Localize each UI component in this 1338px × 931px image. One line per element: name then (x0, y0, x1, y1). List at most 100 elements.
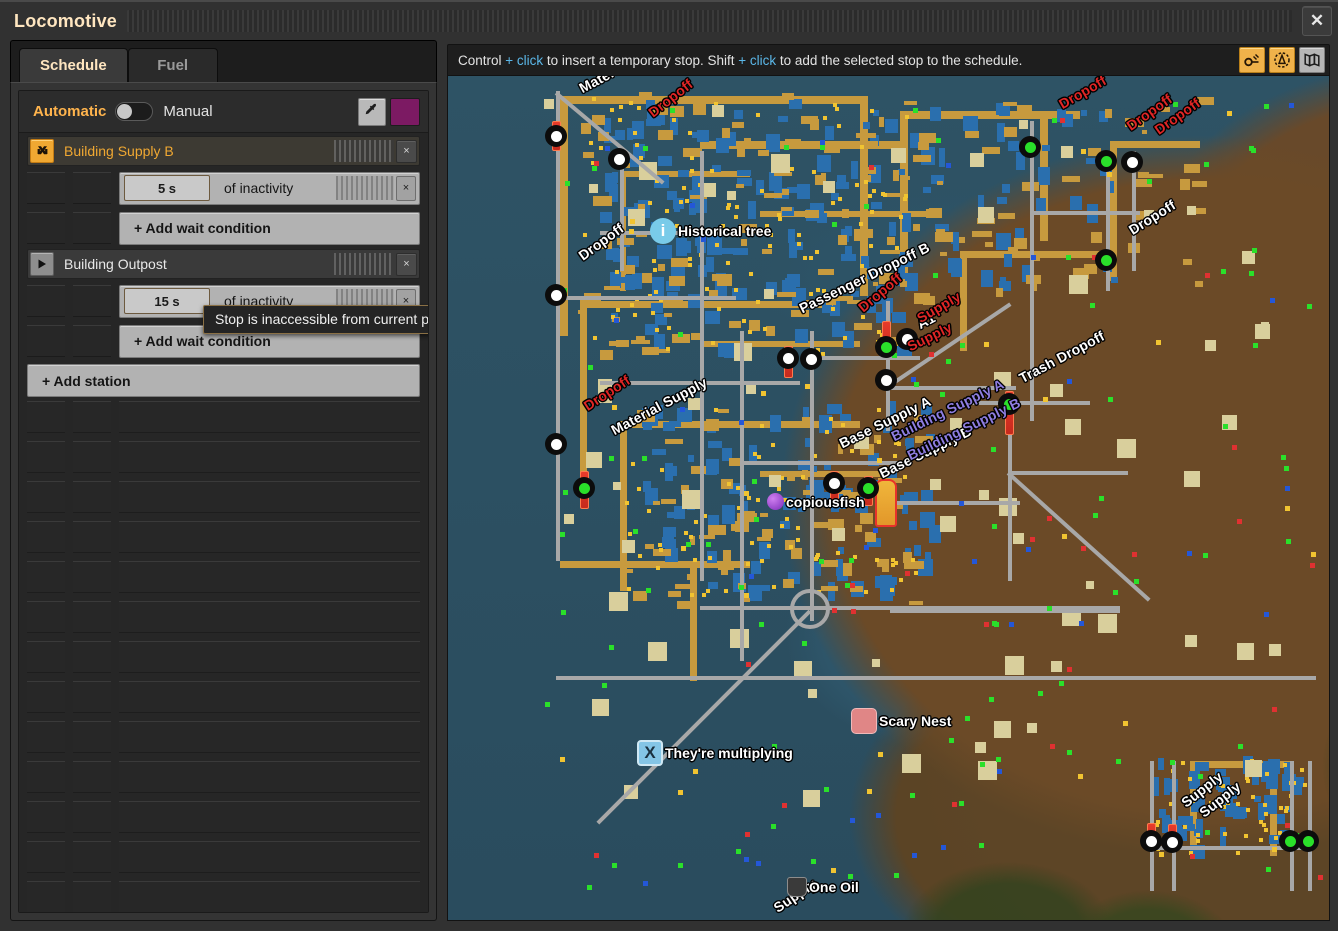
empty-cell (27, 681, 65, 713)
train-stop-marker[interactable] (1095, 150, 1117, 172)
empty-cell (27, 481, 65, 513)
condition-cell-a (27, 285, 65, 317)
empty-schedule-row (27, 877, 420, 912)
eyedropper-icon[interactable] (358, 97, 386, 126)
schedule-station-row[interactable]: Building Supply B × (27, 136, 420, 166)
train-stop-marker[interactable] (1121, 151, 1143, 173)
abc-label-icon[interactable] (1239, 47, 1265, 73)
train-stop-dot (550, 438, 562, 450)
empty-cell-wide (119, 401, 420, 433)
map-station-label: Dropoff (1056, 76, 1109, 112)
map-station-label: Dropoff (1125, 196, 1179, 238)
train-stop-marker[interactable] (1161, 831, 1183, 853)
empty-cell-wide (119, 761, 420, 793)
train-stop-marker[interactable] (777, 347, 799, 369)
close-button[interactable]: ✕ (1302, 6, 1332, 36)
station-drag-handle[interactable] (334, 140, 394, 162)
empty-cell (27, 881, 65, 912)
train-stop-marker[interactable] (608, 148, 630, 170)
remove-condition-button[interactable]: × (396, 175, 416, 201)
schedule-station-row[interactable]: Building Outpost × (27, 249, 420, 279)
empty-cell (73, 481, 111, 513)
schedule-station-list[interactable]: Building Supply B × 5 s of inactivity × … (19, 133, 428, 912)
schedule-frame: Automatic Manual Building Supply B × 5 s… (10, 82, 437, 921)
locomotive-window: Locomotive ✕ Schedule Fuel Automatic Man… (0, 0, 1338, 931)
hint-prefix: Control (458, 52, 506, 68)
map-station-label: Supply (914, 288, 964, 326)
empty-schedule-row (27, 517, 420, 557)
empty-cell (27, 521, 65, 553)
map-marker-label: Scary Nest (879, 713, 952, 729)
empty-cell (27, 761, 65, 793)
schedule-inner: Automatic Manual Building Supply B × 5 s… (18, 90, 429, 913)
train-stop-marker[interactable] (896, 328, 918, 350)
empty-schedule-row (27, 437, 420, 477)
map-marker-alert[interactable]: X They're multiplying (637, 740, 793, 766)
empty-cell (27, 841, 65, 873)
train-stop-dot (828, 477, 840, 489)
train-stop-marker[interactable] (573, 477, 595, 499)
train-stop-marker[interactable] (998, 393, 1020, 415)
map-station-label: Supply (1196, 778, 1244, 821)
remove-station-button[interactable]: × (396, 252, 417, 276)
train-stop-marker[interactable] (875, 369, 897, 391)
play-icon[interactable] (30, 252, 54, 276)
map-marker-label: One Oil (809, 879, 859, 895)
map-station-label: Dropoff (1151, 94, 1204, 138)
train-stop-marker[interactable] (545, 125, 567, 147)
player-icon (767, 493, 784, 510)
cross-icon[interactable] (30, 139, 54, 163)
tab-fuel[interactable]: Fuel (127, 48, 218, 82)
remove-station-button[interactable]: × (396, 139, 417, 163)
map-station-label: Dropoff (854, 269, 905, 316)
train-stop-dot (782, 352, 794, 364)
map-station-label: Building Supply A (888, 375, 1007, 445)
train-stop-marker[interactable] (875, 336, 897, 358)
map-marker-nest[interactable]: Scary Nest (851, 708, 951, 734)
map-marker-player[interactable]: copiousfish (767, 493, 865, 510)
train-stop-dot (1100, 254, 1112, 266)
empty-cell (73, 761, 111, 793)
hint-click-1: + click (505, 52, 544, 68)
map-marker-info[interactable]: i Historical tree (650, 218, 771, 244)
train-stop-dot (613, 153, 625, 165)
train-stop-marker[interactable] (823, 472, 845, 494)
condition-drag-handle[interactable] (336, 176, 394, 200)
empty-cell (73, 681, 111, 713)
info-icon: i (650, 218, 676, 244)
map-marker-label: copiousfish (786, 493, 865, 510)
train-stop-marker[interactable] (1297, 830, 1319, 852)
map-icon[interactable] (1299, 47, 1325, 73)
train-stop-marker[interactable] (545, 284, 567, 306)
train-stop-marker[interactable] (1019, 136, 1041, 158)
map-marker-oil[interactable]: One Oil (787, 877, 859, 897)
train-stop-marker[interactable] (800, 348, 822, 370)
wait-time-input[interactable]: 15 s (124, 288, 210, 314)
empty-cell (27, 601, 65, 633)
train-stop-marker[interactable] (1095, 249, 1117, 271)
map-viewport[interactable]: Material SupplyDropoffDropoffDropoffDrop… (447, 76, 1330, 921)
window-body: Schedule Fuel Automatic Manual Building … (0, 40, 1338, 931)
train-stop-dot (880, 341, 892, 353)
wait-condition-row: 5 s of inactivity × (27, 170, 420, 206)
wait-condition-body[interactable]: 5 s of inactivity × (119, 171, 420, 205)
window-drag-handle[interactable] (127, 10, 1292, 32)
schedule-panel: Schedule Fuel Automatic Manual Building … (10, 40, 437, 921)
empty-cell (27, 641, 65, 673)
wait-time-input[interactable]: 5 s (124, 175, 210, 201)
station-drag-handle[interactable] (334, 253, 394, 275)
automatic-manual-toggle[interactable] (115, 102, 154, 121)
tab-schedule[interactable]: Schedule (19, 48, 128, 82)
locator-icon[interactable] (1269, 47, 1295, 73)
train-stop-marker[interactable] (545, 433, 567, 455)
add-wait-condition-button[interactable]: + Add wait condition (119, 211, 420, 245)
empty-cell (27, 801, 65, 833)
train-stop-marker[interactable] (1140, 830, 1162, 852)
train-color-swatch[interactable] (390, 97, 420, 126)
empty-schedule-row (27, 757, 420, 797)
map-hint-bar: Control + click to insert a temporary st… (447, 44, 1330, 76)
map-station-label: Supply (1178, 768, 1226, 811)
add-station-button[interactable]: + Add station (27, 364, 420, 397)
empty-cell-wide (119, 441, 420, 473)
automatic-label: Automatic (33, 103, 107, 120)
